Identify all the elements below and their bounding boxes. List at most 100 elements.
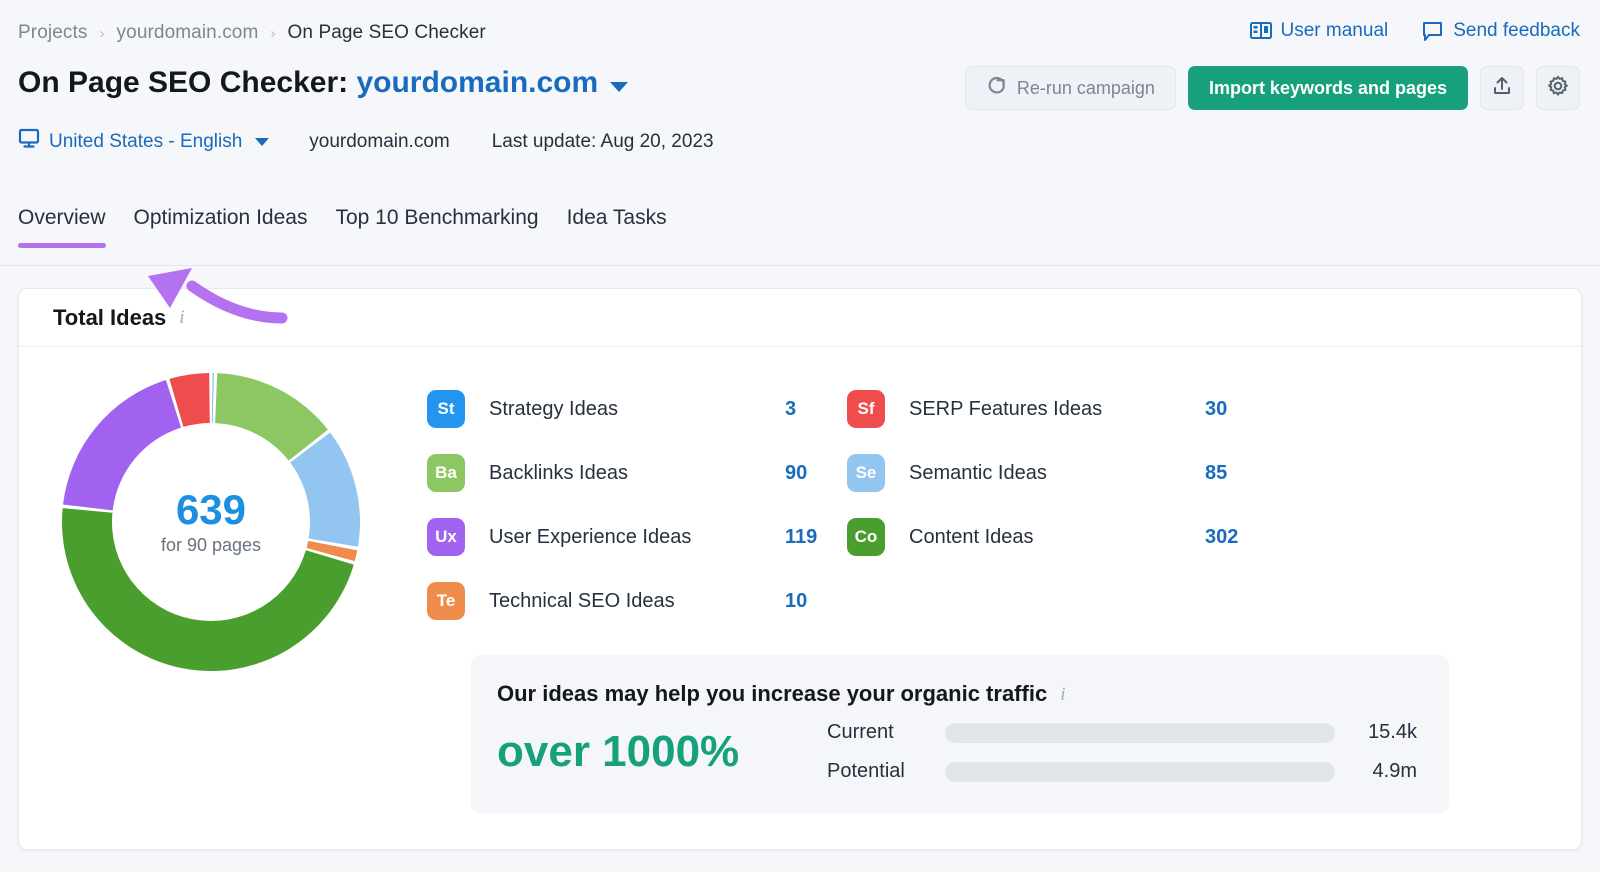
info-icon[interactable]: i <box>179 308 184 327</box>
page-title-domain[interactable]: yourdomain.com <box>356 66 598 99</box>
legend-badge-icon: Sf <box>847 390 885 428</box>
organic-traffic-panel: Our ideas may help you increase your org… <box>471 655 1449 813</box>
legend-item-user-experience[interactable]: Ux User Experience Ideas 119 <box>427 505 847 569</box>
ideas-legend-area: St Strategy Ideas 3 Ba Backlinks Ideas 9… <box>383 361 1547 813</box>
tab-top-10-benchmarking[interactable]: Top 10 Benchmarking <box>321 206 552 248</box>
user-manual-link[interactable]: User manual <box>1250 20 1389 42</box>
total-ideas-header: Total Ideas i <box>19 289 1581 347</box>
chevron-down-icon[interactable] <box>610 82 628 92</box>
total-ideas-card: Total Ideas i 639 for 90 pages <box>18 288 1582 850</box>
legend-columns: St Strategy Ideas 3 Ba Backlinks Ideas 9… <box>427 377 1547 633</box>
legend-value: 302 <box>1205 526 1267 549</box>
send-feedback-link[interactable]: Send feedback <box>1422 20 1580 42</box>
legend-value: 90 <box>785 462 847 485</box>
breadcrumb-separator-icon: › <box>270 25 275 42</box>
legend-badge-icon: St <box>427 390 465 428</box>
traffic-bar-potential: Potential 4.9m <box>827 760 1417 783</box>
on-page-seo-checker-page: Projects › yourdomain.com › On Page SEO … <box>0 0 1600 872</box>
export-button[interactable] <box>1480 66 1524 110</box>
donut-slice[interactable] <box>63 380 181 510</box>
donut-graphic: 639 for 90 pages <box>58 369 364 675</box>
book-icon <box>1250 21 1272 41</box>
locale-label: United States - English <box>49 131 242 153</box>
traffic-bar-value: 4.9m <box>1335 760 1417 783</box>
upload-icon <box>1491 75 1513 102</box>
rerun-campaign-button[interactable]: Re-run campaign <box>965 66 1176 110</box>
legend-label: SERP Features Ideas <box>909 398 1205 421</box>
traffic-bar-track <box>945 762 1335 782</box>
legend-item-strategy[interactable]: St Strategy Ideas 3 <box>427 377 847 441</box>
top-links: User manual Send feedback <box>1250 20 1580 42</box>
legend-value: 85 <box>1205 462 1267 485</box>
gear-icon <box>1547 75 1569 102</box>
traffic-bars: Current 15.4k Potential <box>827 721 1417 783</box>
legend-value: 119 <box>785 526 847 549</box>
meta-last-update: Last update: Aug 20, 2023 <box>492 131 714 153</box>
traffic-bar-track <box>945 723 1335 743</box>
tab-idea-tasks-label: Idea Tasks <box>567 206 667 229</box>
header-actions: Re-run campaign Import keywords and page… <box>965 66 1580 110</box>
chevron-down-icon <box>255 138 269 146</box>
organic-traffic-body: over 1000% Current 15.4k Potential <box>497 721 1417 783</box>
legend-value: 3 <box>785 398 847 421</box>
settings-button[interactable] <box>1536 66 1580 110</box>
user-manual-label: User manual <box>1281 20 1389 42</box>
legend-label: Backlinks Ideas <box>489 462 785 485</box>
legend-label: Technical SEO Ideas <box>489 590 785 613</box>
import-keywords-button[interactable]: Import keywords and pages <box>1188 66 1468 110</box>
breadcrumb-item-domain[interactable]: yourdomain.com <box>117 22 259 44</box>
page-title-prefix: On Page SEO Checker: <box>18 66 348 99</box>
tab-bar-divider <box>0 265 1600 266</box>
total-ideas-body: 639 for 90 pages St Strategy Ideas 3 <box>19 347 1581 813</box>
tab-bar: Overview Optimization Ideas Top 10 Bench… <box>18 206 681 248</box>
tab-idea-tasks[interactable]: Idea Tasks <box>553 206 681 248</box>
page-title: On Page SEO Checker: yourdomain.com <box>18 66 598 100</box>
legend-badge-icon: Ux <box>427 518 465 556</box>
tab-top-10-benchmarking-label: Top 10 Benchmarking <box>335 206 538 229</box>
breadcrumb: Projects › yourdomain.com › On Page SEO … <box>18 22 486 44</box>
breadcrumb-separator-icon: › <box>99 25 104 42</box>
traffic-bar-label: Potential <box>827 760 945 783</box>
tab-overview[interactable]: Overview <box>18 206 120 248</box>
tab-optimization-ideas[interactable]: Optimization Ideas <box>120 206 322 248</box>
legend-label: Content Ideas <box>909 526 1205 549</box>
legend-label: Semantic Ideas <box>909 462 1205 485</box>
tab-overview-label: Overview <box>18 206 106 229</box>
donut-svg <box>58 369 364 675</box>
legend-badge-icon: Se <box>847 454 885 492</box>
rerun-campaign-label: Re-run campaign <box>1017 78 1155 99</box>
ideas-donut-chart: 639 for 90 pages <box>53 361 383 813</box>
legend-column-1: St Strategy Ideas 3 Ba Backlinks Ideas 9… <box>427 377 847 633</box>
send-feedback-label: Send feedback <box>1453 20 1580 42</box>
legend-badge-icon: Ba <box>427 454 465 492</box>
legend-label: User Experience Ideas <box>489 526 785 549</box>
total-ideas-title: Total Ideas <box>53 305 166 331</box>
refresh-icon <box>986 75 1007 101</box>
legend-item-content[interactable]: Co Content Ideas 302 <box>847 505 1267 569</box>
import-keywords-label: Import keywords and pages <box>1209 78 1447 99</box>
traffic-bar-current: Current 15.4k <box>827 721 1417 744</box>
legend-badge-icon: Co <box>847 518 885 556</box>
locale-selector[interactable]: United States - English <box>18 128 269 155</box>
organic-traffic-title: Our ideas may help you increase your org… <box>497 681 1047 707</box>
monitor-icon <box>18 128 40 155</box>
donut-slice[interactable] <box>212 373 213 423</box>
traffic-bar-label: Current <box>827 721 945 744</box>
tab-optimization-ideas-label: Optimization Ideas <box>134 206 308 229</box>
breadcrumb-item-projects[interactable]: Projects <box>18 22 87 44</box>
meta-row: United States - English yourdomain.com L… <box>18 128 714 155</box>
legend-item-backlinks[interactable]: Ba Backlinks Ideas 90 <box>427 441 847 505</box>
legend-item-serp-features[interactable]: Sf SERP Features Ideas 30 <box>847 377 1267 441</box>
info-icon[interactable]: i <box>1060 685 1065 704</box>
legend-badge-icon: Te <box>427 582 465 620</box>
legend-value: 10 <box>785 590 847 613</box>
legend-item-semantic[interactable]: Se Semantic Ideas 85 <box>847 441 1267 505</box>
legend-item-technical-seo[interactable]: Te Technical SEO Ideas 10 <box>427 569 847 633</box>
legend-value: 30 <box>1205 398 1267 421</box>
meta-domain: yourdomain.com <box>309 131 449 153</box>
traffic-increase-percent: over 1000% <box>497 728 827 776</box>
chat-icon <box>1422 21 1444 42</box>
legend-column-2: Sf SERP Features Ideas 30 Se Semantic Id… <box>847 377 1267 633</box>
organic-traffic-header: Our ideas may help you increase your org… <box>497 681 1417 707</box>
traffic-bar-value: 15.4k <box>1335 721 1417 744</box>
